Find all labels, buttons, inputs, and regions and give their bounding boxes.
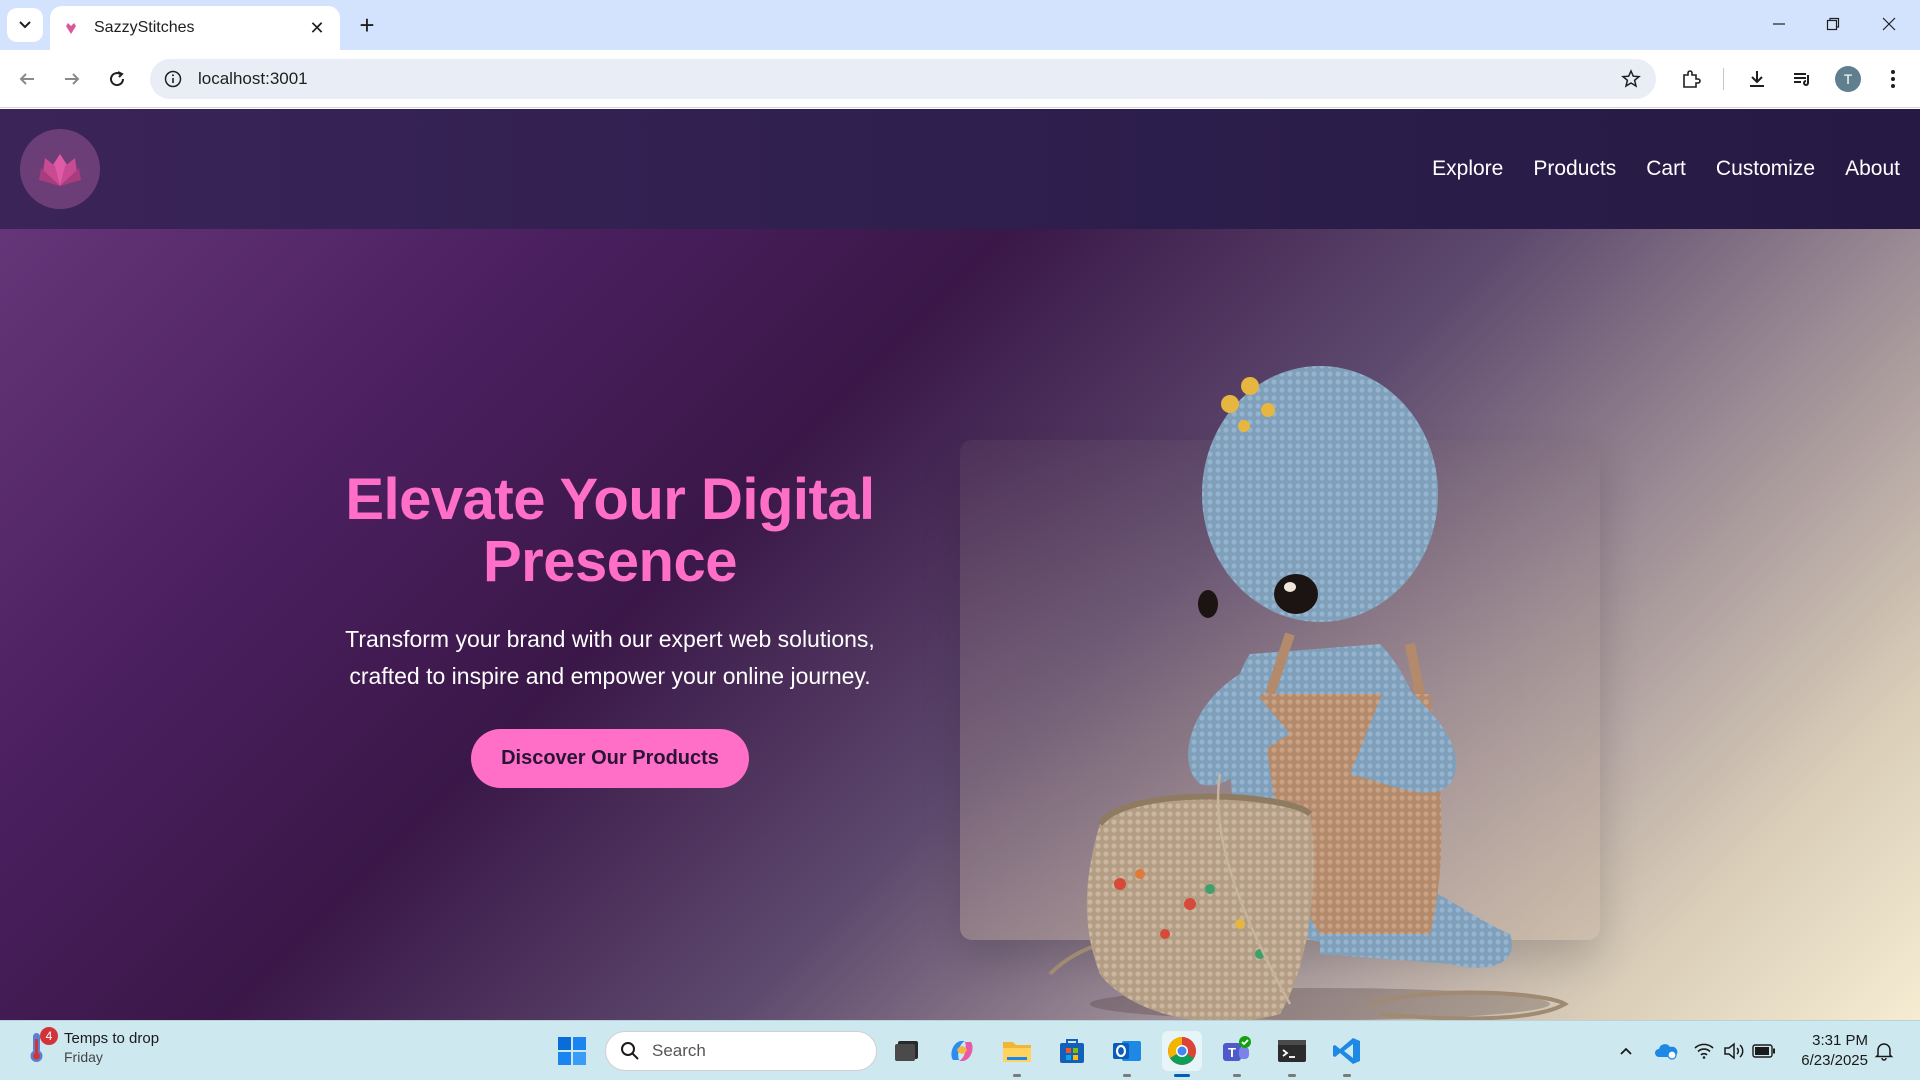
taskbar-search-placeholder: Search <box>652 1041 706 1060</box>
chrome-icon <box>1168 1037 1196 1065</box>
more-vertical-icon <box>1891 70 1895 88</box>
main-nav: Explore Products Cart Customize About <box>1432 109 1900 229</box>
discover-products-button[interactable]: Discover Our Products <box>471 729 749 788</box>
teams-button[interactable]: T <box>1217 1031 1257 1077</box>
weather-widget[interactable]: 4 Temps to drop Friday <box>24 1027 160 1065</box>
tab-search-button[interactable] <box>7 8 43 42</box>
site-info-icon[interactable] <box>162 68 184 90</box>
battery-icon <box>1752 1044 1775 1058</box>
back-arrow-icon <box>19 73 34 85</box>
site-logo[interactable] <box>20 129 100 209</box>
taskbar-search[interactable]: Search <box>605 1031 877 1071</box>
site-header: Explore Products Cart Customize About <box>0 109 1920 229</box>
wifi-icon <box>1694 1043 1714 1059</box>
terminal-button[interactable] <box>1272 1031 1312 1077</box>
minimize-button[interactable] <box>1756 6 1802 42</box>
forward-button[interactable] <box>55 62 89 96</box>
close-window-button[interactable] <box>1866 6 1912 42</box>
browser-menu-button[interactable] <box>1876 62 1910 96</box>
close-tab-icon[interactable]: ✕ <box>306 17 328 39</box>
clock-time: 3:31 PM <box>1812 1032 1868 1049</box>
notifications-button[interactable] <box>1872 1039 1896 1063</box>
volume-tray[interactable] <box>1722 1039 1746 1063</box>
browser-tab[interactable]: SazzyStitches ✕ <box>50 6 340 50</box>
reload-button[interactable] <box>100 62 134 96</box>
task-view-icon <box>895 1041 918 1061</box>
task-view-button[interactable] <box>887 1031 927 1071</box>
copilot-icon <box>951 1041 973 1061</box>
copilot-button[interactable] <box>942 1031 982 1071</box>
taskbar-clock[interactable]: 3:31 PM 6/23/2025 <box>1801 1031 1868 1071</box>
bookmark-star-icon[interactable] <box>1620 68 1642 90</box>
chrome-button[interactable] <box>1162 1031 1202 1077</box>
chevron-up-icon <box>1620 1047 1632 1055</box>
crochet-doll-image <box>1048 366 1569 1020</box>
forward-arrow-icon <box>65 73 80 85</box>
file-explorer-icon <box>1003 1042 1031 1062</box>
notification-bell-icon <box>1874 1043 1894 1061</box>
windows-taskbar: 4 Temps to drop Friday Search T 3:31 PM … <box>0 1020 1920 1080</box>
extensions-button[interactable] <box>1674 62 1708 96</box>
search-icon <box>621 1042 639 1060</box>
download-icon <box>1750 71 1764 87</box>
show-hidden-icons-button[interactable] <box>1614 1039 1638 1063</box>
hero-section: Elevate Your Digital Presence Transform … <box>320 469 900 788</box>
website-viewport: Explore Products Cart Customize About El… <box>0 109 1920 1020</box>
reload-icon <box>110 71 125 87</box>
chevron-down-icon <box>19 21 31 29</box>
browser-toolbar: localhost:3001 <box>0 50 1920 108</box>
vscode-button[interactable] <box>1327 1031 1367 1077</box>
nav-cart[interactable]: Cart <box>1646 157 1686 181</box>
svg-text:T: T <box>1228 1045 1236 1060</box>
weather-headline: Temps to drop <box>64 1029 160 1047</box>
browser-tabstrip: SazzyStitches ✕ + <box>0 0 1920 50</box>
back-button[interactable] <box>10 62 44 96</box>
start-button[interactable] <box>552 1031 592 1071</box>
thermometer-icon: 4 <box>24 1027 58 1065</box>
tab-title: SazzyStitches <box>94 19 195 36</box>
store-button[interactable] <box>1052 1031 1092 1071</box>
nav-about[interactable]: About <box>1845 157 1900 181</box>
weather-day: Friday <box>64 1048 103 1065</box>
hero-title: Elevate Your Digital Presence <box>345 467 875 594</box>
hero-subtitle: Transform your brand with our expert web… <box>345 626 875 689</box>
terminal-icon <box>1278 1040 1306 1062</box>
close-icon <box>1882 17 1896 31</box>
onedrive-cloud-icon <box>1655 1044 1678 1060</box>
address-bar[interactable]: localhost:3001 <box>150 59 1656 99</box>
sazzystitches-favicon-icon <box>62 19 80 37</box>
file-explorer-button[interactable] <box>997 1031 1037 1077</box>
toolbar-divider <box>1723 68 1724 90</box>
teams-icon: T <box>1223 1036 1251 1061</box>
new-tab-button[interactable]: + <box>352 10 382 40</box>
speaker-icon <box>1724 1042 1744 1060</box>
profile-avatar[interactable]: T <box>1835 66 1861 92</box>
downloads-button[interactable] <box>1740 62 1774 96</box>
media-queue-icon <box>1794 73 1809 86</box>
weather-alert-badge: 4 <box>40 1027 58 1045</box>
nav-customize[interactable]: Customize <box>1716 157 1815 181</box>
vscode-icon <box>1333 1038 1360 1064</box>
url-text[interactable]: localhost:3001 <box>198 69 308 89</box>
wifi-tray[interactable] <box>1692 1039 1716 1063</box>
windows-start-icon <box>558 1037 586 1065</box>
nav-products[interactable]: Products <box>1533 157 1616 181</box>
outlook-button[interactable] <box>1107 1031 1147 1077</box>
battery-tray[interactable] <box>1752 1039 1776 1063</box>
puzzle-icon <box>1683 70 1701 88</box>
restore-button[interactable] <box>1810 6 1856 42</box>
lotus-logo-icon <box>39 154 81 186</box>
nav-explore[interactable]: Explore <box>1432 157 1503 181</box>
minimize-icon <box>1773 23 1785 25</box>
outlook-icon <box>1113 1041 1141 1061</box>
onedrive-tray[interactable] <box>1654 1039 1678 1063</box>
microsoft-store-icon <box>1060 1039 1084 1063</box>
restore-icon <box>1826 17 1840 31</box>
clock-date: 6/23/2025 <box>1801 1052 1868 1069</box>
media-controls-button[interactable] <box>1785 62 1819 96</box>
